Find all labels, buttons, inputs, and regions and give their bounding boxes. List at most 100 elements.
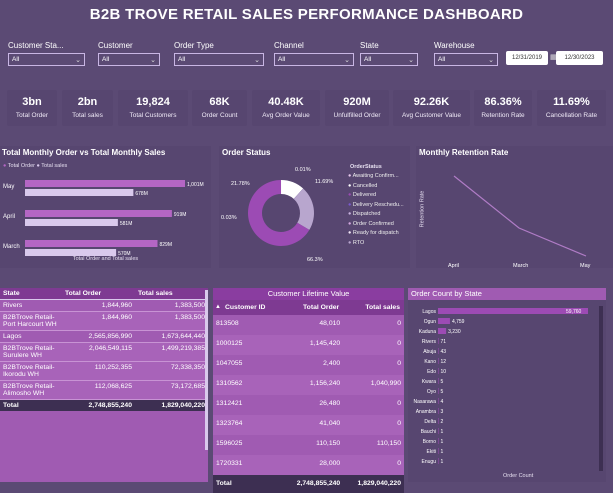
table-row[interactable]: 81350848,0100 — [213, 315, 404, 335]
slicer-label: Channel — [274, 41, 354, 50]
slicer-dropdown[interactable]: All⌄ — [274, 53, 354, 66]
table-row[interactable]: 1596025110,150110,150 — [213, 435, 404, 455]
chevron-down-icon[interactable]: ⌄ — [408, 56, 414, 64]
clv-total-cell: Total — [213, 475, 282, 493]
table-row[interactable]: 13105621,156,2401,040,990 — [213, 375, 404, 395]
clv-cell: 1596025 — [213, 435, 282, 455]
slicer-5[interactable]: Warehouse All⌄ — [434, 41, 498, 73]
state-label: Rivers — [422, 339, 437, 345]
order-bar-label: 1,001M — [187, 182, 204, 188]
table-row[interactable]: 132376441,0400 — [213, 415, 404, 435]
state-bar-label: 12 — [441, 359, 447, 365]
sales-bar — [25, 249, 116, 256]
status-legend-item[interactable]: ● Cancelled — [348, 183, 404, 193]
slicer-3[interactable]: Channel All⌄ — [274, 41, 354, 73]
clv-header[interactable]: Total Order — [282, 300, 343, 315]
kpi-card: 2bnTotal sales — [62, 90, 113, 126]
table-row[interactable]: Lagos 2,565,856,990 1,673,644,440 — [0, 331, 208, 343]
status-legend-item[interactable]: ● RTO — [348, 240, 404, 250]
legend-label: Order Confirmed — [353, 221, 394, 227]
state-bar-label: 5 — [441, 379, 444, 385]
start-date-field[interactable]: 12/31/2019 — [506, 51, 548, 65]
state-bar — [438, 368, 439, 374]
sales-cell: 73,172,685 — [135, 381, 208, 400]
state-bar — [438, 388, 439, 394]
sort-icon[interactable]: ▲ — [215, 304, 221, 310]
slicer-dropdown[interactable]: All⌄ — [8, 53, 85, 66]
state-table-panel: StateTotal OrderTotal sales Rivers 1,844… — [0, 288, 208, 482]
state-table-scrollbar[interactable] — [205, 290, 208, 450]
clv-header[interactable]: Total sales — [343, 300, 404, 315]
kpi-value: 920M — [325, 96, 389, 108]
table-row[interactable]: 131242126,4800 — [213, 395, 404, 415]
state-label: Oyo — [427, 389, 436, 395]
status-legend-item[interactable]: ● Delivered — [348, 192, 404, 202]
state-bar — [438, 328, 446, 334]
clv-cell: 0 — [343, 315, 404, 335]
table-row[interactable]: 10001251,145,4200 — [213, 335, 404, 355]
table-row[interactable]: B2BTrove Retail-Port Harcourt WH 1,844,9… — [0, 312, 208, 331]
legend-dot: ● — [348, 240, 351, 246]
clv-total-cell: 1,829,040,220 — [343, 475, 404, 493]
monthly-order-panel: Total Monthly Order vs Total Monthly Sal… — [0, 146, 211, 268]
total-row: Total 2,748,855,240 1,829,040,220 — [0, 400, 208, 412]
slicer-dropdown[interactable]: All⌄ — [434, 53, 498, 66]
clv-cell: 28,000 — [282, 455, 343, 475]
end-date-field[interactable]: 12/30/2023 — [556, 51, 603, 65]
slicer-dropdown[interactable]: All⌄ — [360, 53, 418, 66]
clv-cell: 1000125 — [213, 335, 282, 355]
clv-header[interactable]: Customer ID — [213, 300, 282, 315]
slicer-4[interactable]: State All⌄ — [360, 41, 418, 73]
legend-dot: ● — [348, 183, 351, 189]
sales-cell: 1,383,500 — [135, 312, 208, 331]
clv-cell: 813508 — [213, 315, 282, 335]
state-bar-label: 3 — [441, 409, 444, 415]
state-table-header[interactable]: Total Order — [62, 288, 135, 300]
table-row[interactable]: B2BTrove Retail-Alimosho WH 112,068,625 … — [0, 381, 208, 400]
status-legend-item[interactable]: ● Dispatched — [348, 211, 404, 221]
table-row[interactable]: 172033128,0000 — [213, 455, 404, 475]
category-label: March — [3, 244, 20, 250]
state-bar — [438, 318, 450, 324]
monthly-x-label: Total Order and Total sales — [0, 256, 211, 262]
slicer-dropdown[interactable]: All ⌄ — [174, 53, 264, 66]
state-bar — [438, 378, 439, 384]
clv-cell: 26,480 — [282, 395, 343, 415]
chevron-down-icon[interactable]: ⌄ — [75, 56, 81, 64]
status-legend-item[interactable]: ● Order Confirmed — [348, 221, 404, 231]
order-status-donut: 0.01%11.69%21.78%0.03%66.3% — [219, 158, 344, 268]
total-sales: 1,829,040,220 — [135, 400, 208, 412]
state-cell: B2BTrove Retail-Port Harcourt WH — [0, 312, 62, 331]
clv-cell: 1720331 — [213, 455, 282, 475]
chevron-down-icon[interactable]: ⌄ — [150, 56, 156, 64]
state-label: Kwara — [422, 379, 436, 385]
status-legend-item[interactable]: ● Ready for dispatch — [348, 230, 404, 240]
legend-label: RTO — [353, 240, 364, 246]
order-cell: 1,844,960 — [62, 312, 135, 331]
slicer-2[interactable]: Order Type All⌄ — [174, 41, 264, 73]
chevron-down-icon[interactable]: ⌄ — [344, 56, 350, 64]
monthly-bar-chart: May1,001M678MApril919M581MMarch829M570M — [0, 168, 211, 268]
table-row[interactable]: Rivers 1,844,960 1,383,500 — [0, 300, 208, 312]
state-chart-scrollbar[interactable] — [599, 306, 603, 471]
clv-cell: 0 — [343, 455, 404, 475]
slicer-dropdown[interactable]: All⌄ — [98, 53, 160, 66]
slicer-1[interactable]: Customer All⌄ — [98, 41, 160, 73]
order-bar-label: 829M — [160, 242, 173, 248]
status-legend-item[interactable]: ● Delivery Reschedu... — [348, 202, 404, 212]
donut-label: 0.01% — [295, 167, 311, 173]
legend-dot: ● — [348, 173, 351, 179]
slicer-0[interactable]: Customer Sta... All⌄ — [8, 41, 85, 73]
slicer-value: All — [178, 56, 185, 63]
state-table-header[interactable]: Total sales — [135, 288, 208, 300]
table-row[interactable]: 10470552,4000 — [213, 355, 404, 375]
total-label: Total — [0, 400, 62, 412]
status-legend-item[interactable]: ● Awaiting Confirm... — [348, 173, 404, 183]
chevron-down-icon[interactable]: ⌄ — [488, 56, 494, 64]
table-row[interactable]: B2BTrove Retail-Surulere WH 2,046,549,11… — [0, 343, 208, 362]
state-table-header[interactable]: State — [0, 288, 62, 300]
chevron-down-icon[interactable]: ⌄ — [254, 56, 260, 64]
table-row[interactable]: B2BTrove Retail-Ikorodu WH 110,252,355 7… — [0, 362, 208, 381]
order-status-panel: Order Status 0.01%11.69%21.78%0.03%66.3%… — [219, 146, 410, 268]
x-tick-label: April — [448, 263, 459, 268]
